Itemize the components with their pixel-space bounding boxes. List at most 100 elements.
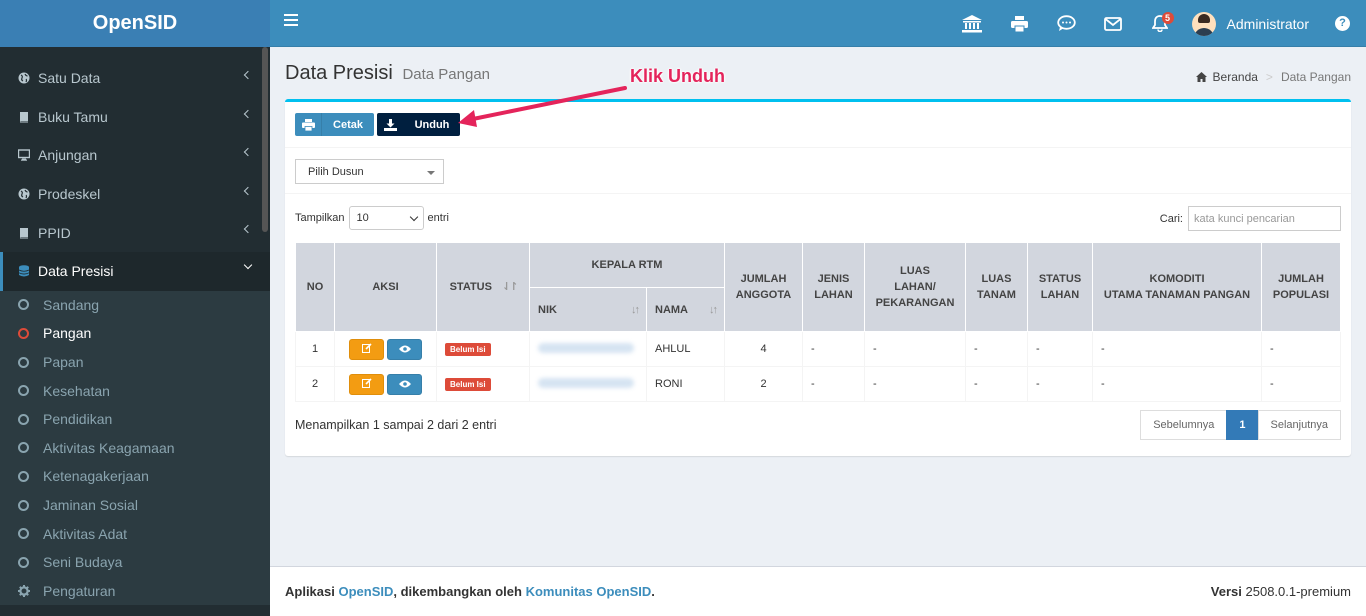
footer-version: Versi 2508.0.1-premium: [1210, 584, 1351, 599]
printer-icon: [301, 118, 315, 131]
bell-icon[interactable]: 5: [1137, 0, 1184, 47]
cetak-button[interactable]: Cetak: [295, 113, 374, 136]
circle-icon: [18, 499, 29, 511]
prev-page-button[interactable]: Sebelumnya: [1140, 410, 1228, 440]
content-header: Data Presisi Data Pangan: [285, 62, 490, 85]
cell-luas-lahan: -: [864, 366, 966, 402]
cell-luas-tanam: -: [965, 366, 1028, 402]
cell-no: 2: [295, 366, 335, 402]
sidebar-item-label: Buku Tamu: [38, 108, 108, 125]
app-logo[interactable]: OpenSID: [0, 0, 270, 47]
cell-luas-tanam: -: [965, 331, 1028, 367]
annotation-callout: Klik Unduh: [630, 66, 725, 86]
chat-icon[interactable]: [1043, 0, 1090, 47]
app-logo-text: OpenSID: [92, 12, 178, 34]
pagination: Sebelumnya 1 Selanjutnya: [1140, 410, 1341, 440]
col-status[interactable]: STATUS ⇃↾: [436, 242, 530, 332]
submenu-item-pangan[interactable]: Pangan: [0, 319, 270, 348]
breadcrumb-separator: >: [1265, 70, 1273, 84]
submenu-item-pendidikan[interactable]: Pendidikan: [0, 405, 270, 434]
sidebar-item-satu-data[interactable]: Satu Data: [0, 59, 270, 98]
data-table: NO AKSI STATUS ⇃↾ KEPALA RTM JUMLAH ANGGOT…: [295, 242, 1341, 402]
col-komoditi: KOMODITI UTAMA TANAMAN PANGAN: [1092, 242, 1262, 332]
breadcrumb-home[interactable]: Beranda: [1213, 70, 1258, 84]
col-no: NO: [295, 242, 335, 332]
view-button[interactable]: [387, 373, 422, 395]
unduh-button[interactable]: Unduh: [377, 113, 460, 136]
submenu-label: Aktivitas Keagamaan: [43, 439, 175, 456]
sidebar-menu: Satu Data Buku Tamu Anjungan Prodeskel P…: [0, 47, 270, 291]
unduh-label: Unduh: [414, 118, 450, 131]
cell-populasi: -: [1261, 366, 1341, 402]
col-jumlah-anggota: JUMLAH ANGGOTA: [724, 242, 803, 332]
cell-luas-lahan: -: [864, 331, 966, 367]
printer-icon[interactable]: [996, 0, 1043, 47]
edit-button[interactable]: [349, 373, 384, 395]
col-nik[interactable]: NIK ↓↑: [529, 287, 647, 332]
notification-badge: 5: [1161, 12, 1174, 24]
top-icons: 5 Administrator ?: [949, 0, 1366, 47]
sidebar-item-data-presisi[interactable]: Data Presisi: [0, 251, 270, 291]
avatar: [1191, 11, 1216, 36]
submenu-item-sandang[interactable]: Sandang: [0, 291, 270, 320]
sidebar-item-ppid[interactable]: PPID: [0, 213, 270, 252]
edit-button[interactable]: [349, 338, 384, 360]
table-row: 2 Belum Isi RONI 2 - - - - - -: [295, 366, 1341, 402]
menu-toggle-icon[interactable]: [284, 14, 298, 28]
cell-nik: [529, 366, 647, 402]
cell-populasi: -: [1261, 331, 1341, 367]
cell-nama: AHLUL: [646, 331, 725, 367]
status-badge: Belum Isi: [445, 342, 491, 356]
book-icon: [20, 227, 28, 239]
col-kepala-rtm: KEPALA RTM: [529, 242, 725, 288]
submenu-item-aktivitas-adat[interactable]: Aktivitas Adat: [0, 519, 270, 548]
cell-nama: RONI: [646, 366, 725, 402]
sidebar-item-prodeskel[interactable]: Prodeskel: [0, 175, 270, 214]
top-navbar: 5 Administrator ?: [270, 0, 1366, 47]
community-link[interactable]: Komunitas OpenSID: [526, 584, 652, 599]
opensid-link[interactable]: OpenSID: [338, 584, 393, 599]
cell-aksi: [334, 366, 437, 402]
page-1-button[interactable]: 1: [1226, 410, 1259, 440]
page-title: Data Presisi: [285, 62, 393, 84]
sidebar-item-label: Prodeskel: [38, 186, 101, 203]
view-button[interactable]: [387, 338, 422, 360]
submenu-label: Kesehatan: [43, 382, 110, 399]
help-icon[interactable]: ?: [1319, 0, 1366, 47]
submenu-item-aktivitas-keagamaan[interactable]: Aktivitas Keagamaan: [0, 434, 270, 463]
submenu-item-jaminan-sosial[interactable]: Jaminan Sosial: [0, 491, 270, 520]
page-subtitle: Data Pangan: [402, 66, 491, 83]
submenu-item-pengaturan[interactable]: Pengaturan: [0, 577, 270, 606]
length-select[interactable]: 10: [348, 206, 424, 230]
circle-icon: [18, 470, 29, 482]
next-page-button[interactable]: Selanjutnya: [1257, 410, 1341, 440]
submenu-item-ketenagakerjaan[interactable]: Ketenagakerjaan: [0, 462, 270, 491]
cell-status: Belum Isi: [436, 331, 530, 367]
user-menu[interactable]: Administrator: [1184, 0, 1319, 47]
submenu-label: Pangan: [43, 325, 92, 342]
sidebar-item-label: PPID: [38, 224, 71, 241]
dusun-select[interactable]: Pilih Dusun: [295, 159, 444, 184]
sidebar-item-anjungan[interactable]: Anjungan: [0, 136, 270, 175]
sidebar-item-label: Anjungan: [38, 147, 98, 164]
circle-icon: [18, 442, 29, 454]
submenu-label: Aktivitas Adat: [43, 525, 128, 542]
cell-jenis: -: [802, 366, 865, 402]
circle-icon: [18, 556, 29, 568]
sort-icon: ⇃↾: [501, 281, 519, 293]
edit-icon: [361, 377, 372, 388]
submenu-item-papan[interactable]: Papan: [0, 348, 270, 377]
sidebar: Satu Data Buku Tamu Anjungan Prodeskel P…: [0, 47, 270, 616]
submenu-item-kesehatan[interactable]: Kesehatan: [0, 376, 270, 405]
circle-icon: [18, 327, 29, 339]
mail-icon[interactable]: [1090, 0, 1137, 47]
book-icon: [20, 111, 28, 123]
submenu-item-seni-budaya[interactable]: Seni Budaya: [0, 548, 270, 577]
cell-status-lahan: -: [1027, 366, 1093, 402]
monitor-icon: [18, 149, 30, 162]
search-input[interactable]: [1188, 206, 1341, 231]
nik-blurred: [538, 377, 634, 388]
sidebar-item-buku-tamu[interactable]: Buku Tamu: [0, 98, 270, 137]
bank-icon[interactable]: [949, 0, 996, 47]
col-nama[interactable]: NAMA ↓↑: [646, 287, 725, 332]
